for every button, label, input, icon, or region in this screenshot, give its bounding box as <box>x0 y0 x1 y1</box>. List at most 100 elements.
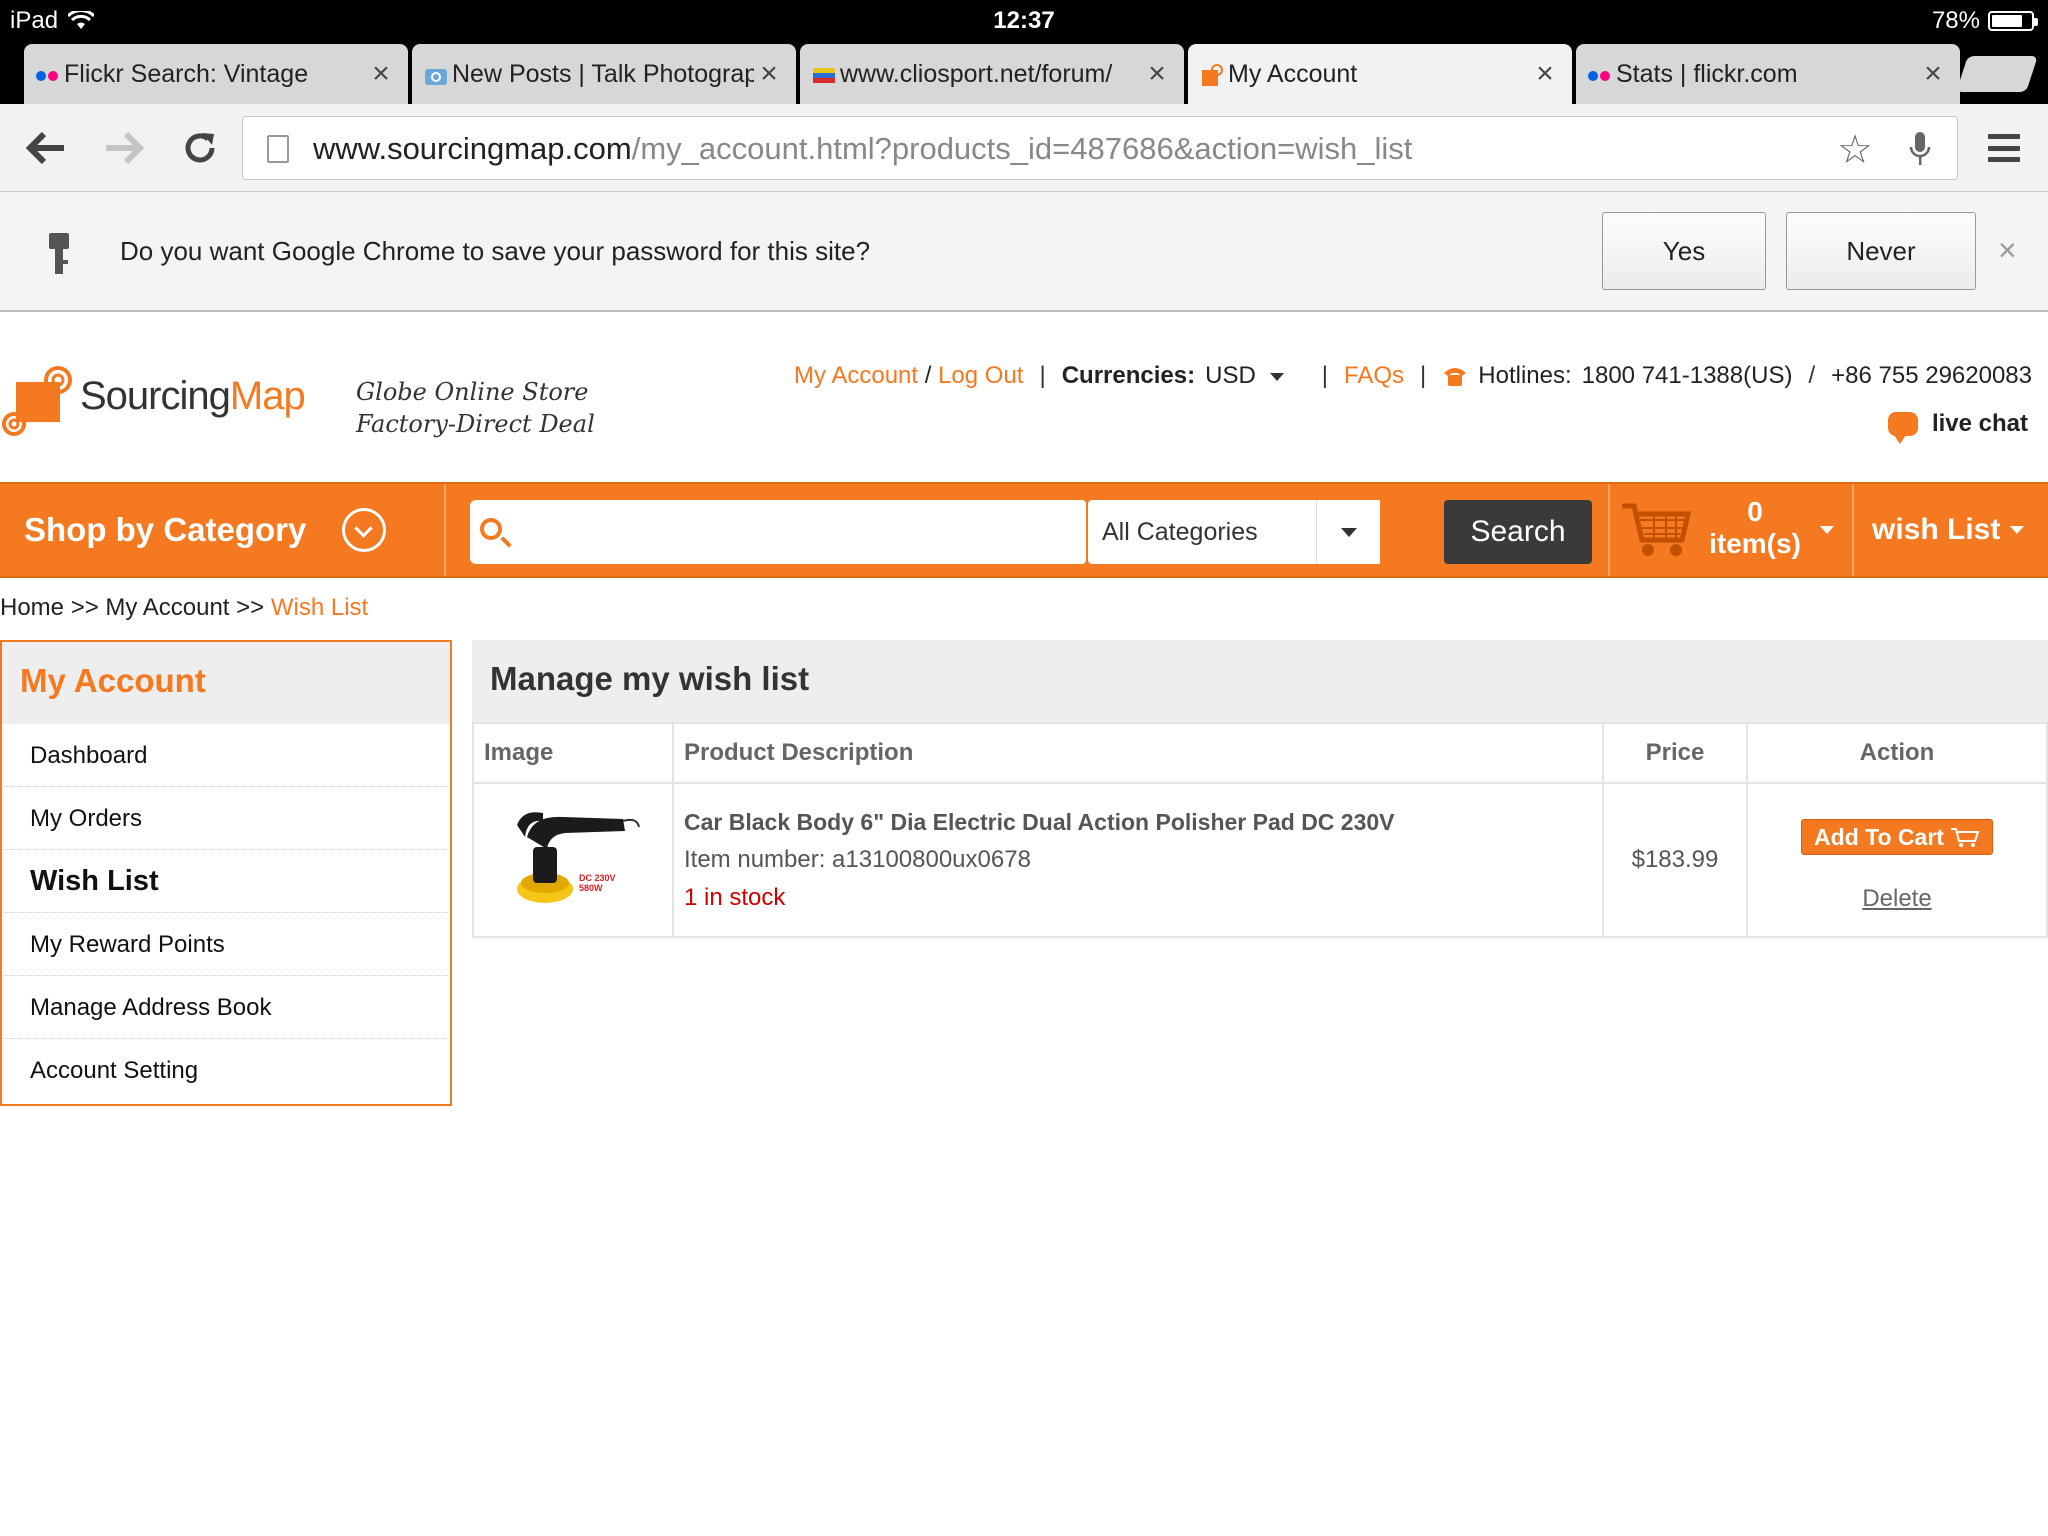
separator: | <box>1420 362 1427 389</box>
close-tab-icon[interactable]: × <box>754 57 784 91</box>
tab-title: My Account <box>1228 59 1358 88</box>
save-password-yes-button[interactable]: Yes <box>1602 212 1766 290</box>
shop-by-category-menu[interactable]: Shop by Category <box>0 484 446 576</box>
sidebar-item-address-book[interactable]: Manage Address Book <box>4 976 448 1039</box>
currency-select[interactable]: USD <box>1205 362 1284 390</box>
cart-count: 0 item(s) <box>1700 496 1810 560</box>
table-row: DC 230V 580W Car Black Body 6" Dia Elect… <box>472 782 2048 938</box>
sidebar-item-account-setting[interactable]: Account Setting <box>4 1039 448 1102</box>
separator: / <box>1808 362 1816 389</box>
image-voltage-label: DC 230V <box>579 873 616 883</box>
back-button[interactable] <box>22 124 70 172</box>
tab-title: Stats | flickr.com <box>1616 59 1798 88</box>
close-tab-icon[interactable]: × <box>1142 57 1172 91</box>
close-tab-icon[interactable]: × <box>1530 57 1560 91</box>
my-account-link[interactable]: My Account <box>794 362 918 389</box>
striped-flag-icon <box>813 68 835 83</box>
chevron-down-icon <box>1269 372 1284 381</box>
forward-button[interactable] <box>100 124 148 172</box>
close-tab-icon[interactable]: × <box>1918 57 1948 91</box>
new-tab-button[interactable] <box>1956 56 2038 92</box>
chrome-menu-icon[interactable] <box>1988 134 2020 162</box>
account-sidebar: My Account Dashboard My Orders Wish List… <box>0 640 452 1106</box>
currencies-label: Currencies: <box>1061 362 1196 389</box>
sidebar-item-wish-list[interactable]: Wish List <box>4 850 448 913</box>
slogan-line: Globe Online Store <box>356 378 589 406</box>
sidebar-item-reward-points[interactable]: My Reward Points <box>4 913 448 976</box>
battery-percent: 78% <box>1931 7 1980 34</box>
chevron-down-icon <box>1316 500 1380 564</box>
delete-link[interactable]: Delete <box>1748 885 2046 913</box>
add-to-cart-label: Add To Cart <box>1814 823 1944 850</box>
faqs-link[interactable]: FAQs <box>1344 362 1404 390</box>
save-password-never-button[interactable]: Never <box>1786 212 1976 290</box>
product-description-cell: Car Black Body 6" Dia Electric Dual Acti… <box>672 782 1604 938</box>
camera-icon <box>425 69 447 85</box>
breadcrumb-my-account[interactable]: My Account <box>105 594 229 621</box>
sidebar-item-my-orders[interactable]: My Orders <box>4 787 448 850</box>
breadcrumb-current: Wish List <box>270 594 369 621</box>
phone-icon <box>1444 368 1467 386</box>
back-arrow-icon <box>26 131 64 165</box>
polisher-product-image[interactable]: DC 230V 580W <box>503 797 643 917</box>
search-bar: All Categories Search <box>470 500 1592 564</box>
chevron-down-icon <box>2010 526 2025 534</box>
hotline-cn: +86 755 29620083 <box>1831 362 2032 389</box>
shop-by-category-label: Shop by Category <box>24 511 307 548</box>
cart-items-label: item(s) <box>1709 528 1801 559</box>
tab-title: New Posts | Talk Photography <box>452 59 754 88</box>
page-icon <box>267 135 289 163</box>
chat-bubble-icon <box>1887 412 1918 444</box>
wish-list-table: Image Product Description Price Action D… <box>472 722 2048 938</box>
live-chat-link[interactable]: live chat <box>1887 410 2028 444</box>
breadcrumb-separator: >> <box>70 594 99 621</box>
breadcrumb-home[interactable]: Home <box>0 594 64 621</box>
log-out-link[interactable]: Log Out <box>938 362 1023 389</box>
logo-swirl-icon <box>2 366 72 436</box>
key-icon <box>49 233 69 274</box>
brand-name: SourcingMap <box>80 374 306 418</box>
wish-list-label: wish List <box>1872 513 2001 546</box>
cart-dropdown[interactable]: 0 item(s) <box>1608 484 1852 576</box>
tab-my-account[interactable]: My Account × <box>1188 44 1572 104</box>
microphone-icon[interactable] <box>1909 131 1931 167</box>
flickr-icon <box>1588 64 1612 88</box>
tab-cliosport[interactable]: www.cliosport.net/forum/ × <box>800 44 1184 104</box>
product-image-cell: DC 230V 580W <box>472 782 674 938</box>
bookmark-star-icon[interactable]: ☆ <box>1837 127 1873 173</box>
product-name[interactable]: Car Black Body 6" Dia Electric Dual Acti… <box>684 803 1592 841</box>
store-slogan: Globe Online Store Factory-Direct Deal <box>356 376 595 440</box>
add-to-cart-button[interactable]: Add To Cart <box>1801 819 1993 855</box>
search-input[interactable] <box>518 500 1086 564</box>
link-slash: / <box>924 362 932 389</box>
address-bar[interactable]: www.sourcingmap.com/my_account.html?prod… <box>242 116 1958 180</box>
sourcingmap-icon <box>1202 64 1223 86</box>
page-title: Manage my wish list <box>472 640 2048 722</box>
category-select[interactable]: All Categories <box>1088 500 1380 564</box>
reload-button[interactable] <box>176 124 224 172</box>
shopping-cart-icon <box>1622 503 1692 556</box>
breadcrumb-separator: >> <box>236 594 265 621</box>
tab-talk-photography[interactable]: New Posts | Talk Photography × <box>412 44 796 104</box>
live-chat-label: live chat <box>1931 410 2028 437</box>
search-button[interactable]: Search <box>1444 500 1592 564</box>
chevron-down-icon <box>1820 526 1834 534</box>
infobar-close-icon[interactable]: × <box>1998 232 2017 269</box>
clock: 12:37 <box>993 7 1055 34</box>
battery-icon <box>1988 11 2038 31</box>
hotline-us: 1800 741-1388(US) <box>1581 362 1793 389</box>
sourcingmap-logo[interactable]: SourcingMap <box>0 360 306 440</box>
separator: | <box>1321 362 1329 389</box>
wish-list-dropdown[interactable]: wish List <box>1852 484 2048 576</box>
column-header-description: Product Description <box>672 722 1604 784</box>
tab-flickr-stats[interactable]: Stats | flickr.com × <box>1576 44 1960 104</box>
close-tab-icon[interactable]: × <box>366 57 396 91</box>
tab-flickr-search[interactable]: Flickr Search: Vintage × <box>24 44 408 104</box>
sidebar-item-dashboard[interactable]: Dashboard <box>4 724 448 787</box>
tab-title: www.cliosport.net/forum/ <box>840 59 1113 88</box>
sidebar-title: My Account <box>2 642 450 724</box>
column-header-price: Price <box>1602 722 1748 784</box>
cart-count-number: 0 <box>1747 496 1763 527</box>
flickr-icon <box>36 64 60 88</box>
image-wattage-label: 580W <box>579 883 603 893</box>
